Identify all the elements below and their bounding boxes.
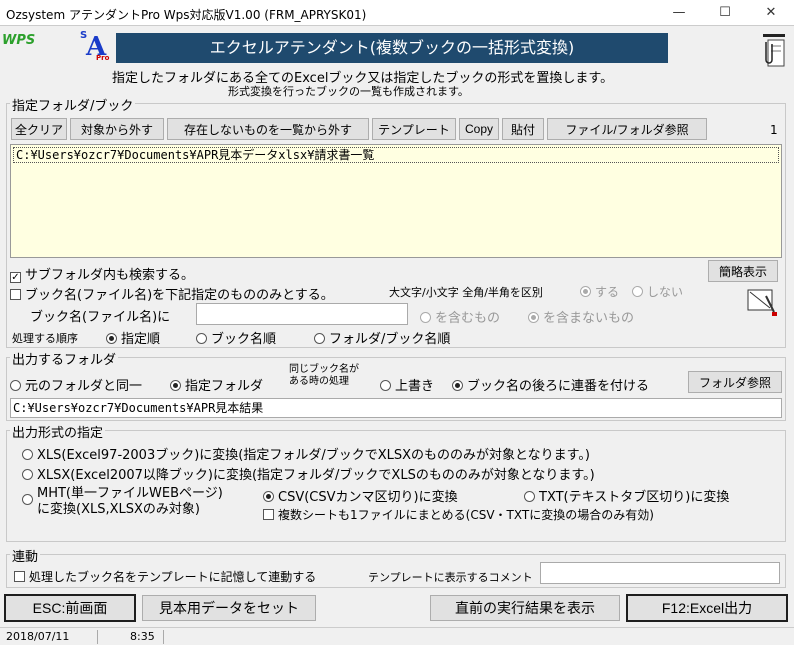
comment-label: テンプレートに表示するコメント <box>368 571 533 584</box>
last-result-button[interactable]: 直前の実行結果を表示 <box>430 595 620 621</box>
folder-list[interactable]: C:¥Users¥ozcr7¥Documents¥APR見本データxlsx¥請求… <box>10 144 782 258</box>
maximize-button[interactable]: ☐ <box>702 0 748 26</box>
output-folder-label: 出力するフォルダ <box>10 349 119 368</box>
xlsx-option[interactable]: XLSX(Excel2007以降ブック)に変換(指定フォルダ/ブックでXLSのも… <box>22 464 595 483</box>
overwrite-option[interactable]: 上書き <box>380 375 434 394</box>
case-yes-option[interactable]: する <box>580 283 619 300</box>
minimize-button[interactable]: — <box>656 0 702 26</box>
esc-back-button[interactable]: ESC:前画面 <box>4 594 136 622</box>
case-no-option[interactable]: しない <box>632 283 683 300</box>
order-label: 処理する順序 <box>12 332 78 345</box>
page-banner: エクセルアテンダント(複数ブックの一括形式変換) <box>116 33 668 63</box>
subfolder-option[interactable]: ✓ サブフォルダ内も検索する。 <box>10 264 194 283</box>
folder-browse-button[interactable]: フォルダ参照 <box>688 371 782 393</box>
bookname-only-label: ブック名(ファイル名)を下記指定のもののみとする。 <box>25 288 334 303</box>
sa-pro-logo: S A Pro <box>78 28 112 64</box>
wps-logo: WPS <box>2 33 36 48</box>
order-specified-option[interactable]: 指定順 <box>106 328 160 347</box>
status-time: 8:35 <box>100 630 164 644</box>
clear-all-button[interactable]: 全クリア <box>11 118 67 140</box>
format-group-label: 出力形式の指定 <box>10 422 106 441</box>
subfolder-label: サブフォルダ内も検索する。 <box>25 268 195 283</box>
bookname-input[interactable] <box>196 303 408 325</box>
mht-label-line2: に変換(XLS,XLSXのみ対象) <box>37 502 200 517</box>
pen-sign-icon[interactable] <box>746 286 778 318</box>
append-number-option[interactable]: ブック名の後ろに連番を付ける <box>452 375 649 394</box>
paperclip-icon <box>762 30 790 68</box>
contains-option[interactable]: を含むもの <box>420 307 500 326</box>
paste-button[interactable]: 貼付 <box>502 118 544 140</box>
list-item[interactable]: C:¥Users¥ozcr7¥Documents¥APR見本データxlsx¥請求… <box>13 147 779 163</box>
mht-option[interactable]: MHT(単一ファイルWEBページ) に変換(XLS,XLSXのみ対象) <box>22 486 223 518</box>
item-count: 1 <box>770 123 778 137</box>
same-name-label: 同じブック名が ある時の処理 <box>289 364 359 388</box>
folder-group-label: 指定フォルダ/ブック <box>10 95 136 114</box>
description-line2: 形式変換を行ったブックの一覧も作成されます。 <box>228 85 469 98</box>
excel-output-button[interactable]: F12:Excel出力 <box>626 594 788 622</box>
title-bar: Ozsystem アテンダントPro Wps対応版V1.00 (FRM_APRY… <box>0 0 794 26</box>
same-folder-option[interactable]: 元のフォルダと同一 <box>10 375 142 394</box>
bookname-only-checkbox[interactable] <box>10 289 21 300</box>
copy-button[interactable]: Copy <box>459 118 499 140</box>
txt-option[interactable]: TXT(テキストタブ区切り)に変換 <box>524 486 729 505</box>
order-bookname-option[interactable]: ブック名順 <box>196 328 276 347</box>
exclude-button[interactable]: 対象から外す <box>70 118 164 140</box>
status-bar: 2018/07/11 8:35 <box>0 627 794 645</box>
case-sensitive-label: 大文字/小文字 全角/半角を区別 <box>389 286 543 299</box>
window-title: Ozsystem アテンダントPro Wps対応版V1.00 (FRM_APRY… <box>6 8 367 22</box>
mht-label-line1: MHT(単一ファイルWEBページ) <box>37 486 223 501</box>
simple-view-button[interactable]: 簡略表示 <box>708 260 778 282</box>
exclude-missing-button[interactable]: 存在しないものを一覧から外す <box>167 118 369 140</box>
link-group-label: 連動 <box>10 546 41 565</box>
subfolder-checkbox[interactable]: ✓ <box>10 272 21 283</box>
multi-sheet-checkbox[interactable] <box>263 509 274 520</box>
remember-option[interactable]: 処理したブック名をテンプレートに記憶して連動する <box>14 568 316 585</box>
multi-sheet-label: 複数シートも1ファイルにまとめる(CSV・TXTに変換の場合のみ有効) <box>278 508 654 522</box>
close-button[interactable]: ✕ <box>748 0 794 26</box>
status-date: 2018/07/11 <box>2 630 98 644</box>
same-name-label-line2: ある時の処理 <box>289 376 349 387</box>
output-path-input[interactable]: C:¥Users¥ozcr7¥Documents¥APR見本結果 <box>10 398 782 418</box>
multi-sheet-option[interactable]: 複数シートも1ファイルにまとめる(CSV・TXTに変換の場合のみ有効) <box>263 506 654 523</box>
not-contains-option[interactable]: を含まないもの <box>528 307 634 326</box>
sample-data-button[interactable]: 見本用データをセット <box>142 595 316 621</box>
file-folder-browse-button[interactable]: ファイル/フォルダ参照 <box>547 118 707 140</box>
xls-option[interactable]: XLS(Excel97-2003ブック)に変換(指定フォルダ/ブックでXLSXの… <box>22 444 590 463</box>
same-name-label-line1: 同じブック名が <box>289 364 359 375</box>
comment-input[interactable] <box>540 562 780 584</box>
remember-label: 処理したブック名をテンプレートに記憶して連動する <box>29 570 317 584</box>
logo-pro: Pro <box>96 54 110 62</box>
order-folder-option[interactable]: フォルダ/ブック名順 <box>314 328 450 347</box>
specified-folder-option[interactable]: 指定フォルダ <box>170 375 263 394</box>
bookname-field-label: ブック名(ファイル名)に <box>30 310 171 325</box>
template-button[interactable]: テンプレート <box>372 118 456 140</box>
remember-checkbox[interactable] <box>14 571 25 582</box>
bookname-only-option[interactable]: ブック名(ファイル名)を下記指定のもののみとする。 <box>10 284 334 303</box>
csv-option[interactable]: CSV(CSVカンマ区切り)に変換 <box>263 486 458 505</box>
